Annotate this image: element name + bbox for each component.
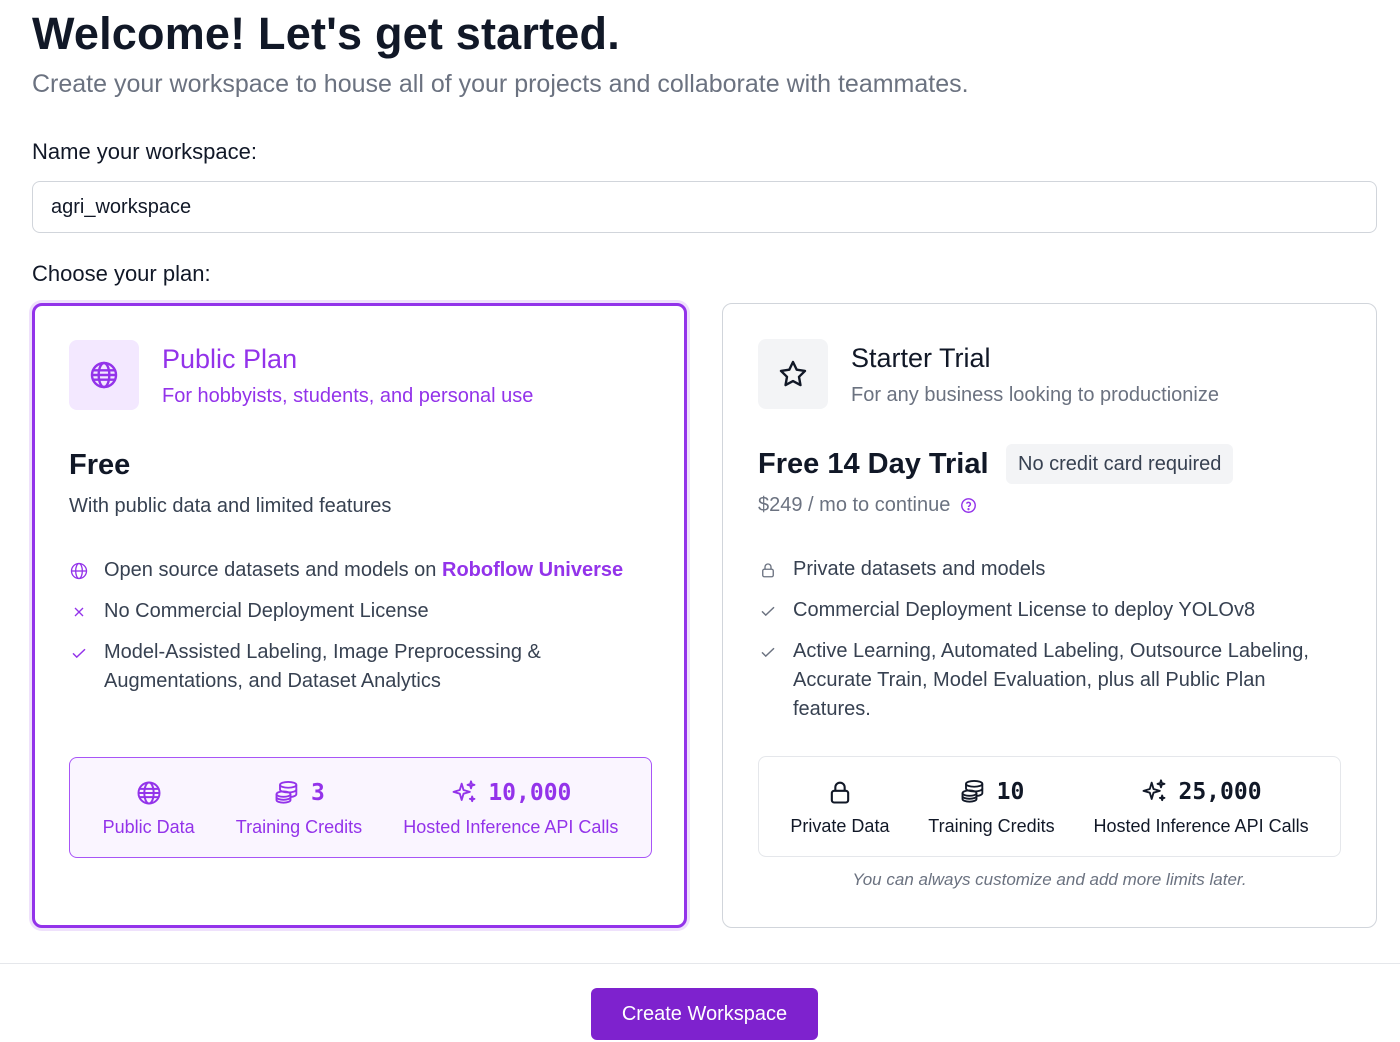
check-icon — [758, 601, 778, 621]
customize-footnote: You can always customize and add more li… — [852, 870, 1247, 889]
globe-icon — [90, 361, 118, 389]
stat-public-data: Public Data — [103, 777, 195, 838]
roboflow-universe-link[interactable]: Roboflow Universe — [442, 559, 623, 581]
x-icon — [69, 602, 89, 622]
stat-label: Training Credits — [928, 816, 1055, 836]
public-plan-card[interactable]: Public Plan For hobbyists, students, and… — [32, 303, 687, 928]
create-workspace-button[interactable]: Create Workspace — [591, 988, 818, 1040]
stat-inference-calls: 10,000 Hosted Inference API Calls — [403, 777, 618, 838]
stat-label: Training Credits — [235, 817, 363, 837]
workspace-name-label: Name your workspace: — [32, 139, 257, 164]
plan-name: Starter Trial — [851, 343, 991, 373]
stat-value: 10,000 — [488, 780, 572, 806]
plan-price-subtext: $249 / mo to continue — [758, 494, 977, 517]
sparkles-icon — [452, 780, 476, 803]
feature-text: Commercial Deployment License to deploy … — [793, 599, 1256, 621]
lock-icon — [830, 781, 850, 804]
feature-list: Open source datasets and models on Robof… — [69, 556, 629, 708]
feature-text: Model-Assisted Labeling, Image Preproces… — [104, 641, 541, 692]
sparkles-icon — [1143, 779, 1166, 802]
check-icon — [69, 643, 89, 663]
stat-label: Public Data — [102, 817, 195, 837]
stat-training-credits: 3 Training Credits — [236, 777, 362, 838]
feature-item: Open source datasets and models on Robof… — [69, 556, 629, 585]
feature-text: Open source datasets and models on — [104, 559, 442, 581]
page-title: Welcome! Let's get started. — [32, 8, 620, 59]
globe-icon — [137, 781, 161, 805]
star-icon — [779, 360, 807, 387]
starter-trial-card[interactable]: Starter Trial For any business looking t… — [722, 303, 1377, 928]
feature-text: No Commercial Deployment License — [104, 600, 429, 622]
lock-icon — [758, 560, 778, 580]
stat-inference-calls: 25,000 Hosted Inference API Calls — [1093, 776, 1308, 837]
plan-stats: Public Data 3 Training Credits 10,000 Ho… — [69, 757, 652, 858]
plan-price-subtext: With public data and limited features — [69, 495, 392, 517]
feature-text: Active Learning, Automated Labeling, Out… — [793, 640, 1309, 720]
page-subtitle: Create your workspace to house all of yo… — [32, 70, 969, 98]
starter-plan-icon-box — [758, 339, 828, 409]
plan-price: Free 14 Day Trial — [758, 448, 989, 480]
stat-value: 25,000 — [1178, 779, 1262, 805]
feature-text: Private datasets and models — [793, 558, 1046, 580]
coins-icon — [275, 780, 298, 804]
feature-item: Private datasets and models — [758, 555, 1318, 584]
stat-value: 10 — [996, 779, 1025, 805]
stat-label: Hosted Inference API Calls — [403, 817, 619, 837]
workspace-name-input[interactable] — [32, 181, 1377, 233]
feature-item: Commercial Deployment License to deploy … — [758, 596, 1318, 625]
coins-icon — [961, 779, 983, 803]
globe-icon — [69, 561, 89, 581]
plan-stats: Private Data 10 Training Credits 25,000 … — [758, 756, 1341, 857]
stat-label: Hosted Inference API Calls — [1093, 816, 1309, 836]
continue-price-text: $249 / mo to continue — [758, 494, 951, 516]
stat-label: Private Data — [790, 816, 890, 836]
no-credit-card-badge: No credit card required — [1006, 444, 1234, 484]
public-plan-icon-box — [69, 340, 139, 410]
help-circle-icon[interactable] — [960, 497, 977, 514]
stat-value: 3 — [311, 780, 325, 806]
plan-description: For hobbyists, students, and personal us… — [162, 385, 534, 407]
feature-item: Active Learning, Automated Labeling, Out… — [758, 637, 1318, 724]
plan-name: Public Plan — [162, 344, 298, 374]
stat-training-credits: 10 Training Credits — [928, 776, 1054, 837]
choose-plan-label: Choose your plan: — [32, 261, 211, 286]
feature-item: Model-Assisted Labeling, Image Preproces… — [69, 638, 629, 696]
feature-item: No Commercial Deployment License — [69, 597, 629, 626]
feature-list: Private datasets and models Commercial D… — [758, 555, 1318, 736]
plan-price: Free — [69, 449, 131, 481]
stat-private-data: Private Data — [790, 776, 889, 837]
check-icon — [758, 642, 778, 662]
plan-description: For any business looking to productioniz… — [851, 384, 1219, 406]
footer-divider — [0, 963, 1400, 964]
